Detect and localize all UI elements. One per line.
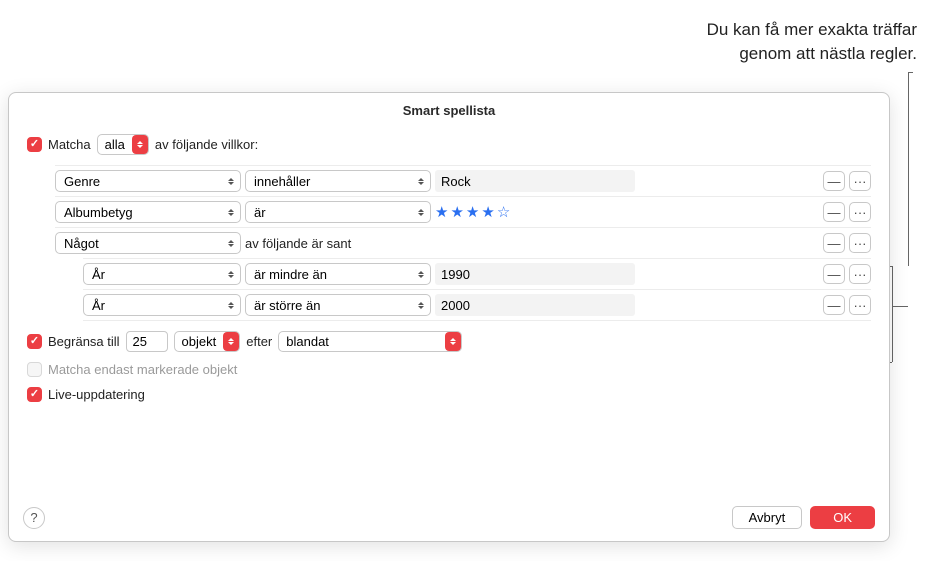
more-rule-button[interactable]: ··· [849, 171, 871, 191]
checked-only-label: Matcha endast markerade objekt [48, 362, 237, 377]
rule-row: Genre innehåller — ··· [55, 165, 871, 196]
rule-operator-select[interactable]: är större än [245, 294, 431, 316]
rule-field-value: År [92, 298, 105, 313]
chevrons-icon [227, 240, 235, 247]
limit-by-value: blandat [286, 334, 442, 349]
chevrons-icon [417, 178, 425, 185]
match-mode-value: alla [105, 137, 129, 152]
limit-unit-select[interactable]: objekt [174, 331, 241, 352]
star-icon: ☆ [497, 203, 511, 221]
stepper-icon [132, 135, 148, 154]
rule-field-value: Genre [64, 174, 100, 189]
match-prefix-label: Matcha [48, 137, 91, 152]
nested-rule-row: År är större än — ··· [83, 289, 871, 321]
checked-only-row: Matcha endast markerade objekt [27, 362, 871, 377]
rule-field-value: År [92, 267, 105, 282]
callout-annotation: Du kan få mer exakta träffar genom att n… [707, 18, 917, 66]
annotation-text-1: Du kan få mer exakta träffar [707, 18, 917, 42]
cancel-button[interactable]: Avbryt [732, 506, 803, 529]
rule-field-select[interactable]: Genre [55, 170, 241, 192]
rule-operator-value: är [254, 205, 266, 220]
match-mode-select[interactable]: alla [97, 134, 149, 155]
rule-field-value: Albumbetyg [64, 205, 133, 220]
more-rule-button[interactable]: ··· [849, 233, 871, 253]
chevrons-icon [227, 209, 235, 216]
limit-by-label: efter [246, 334, 272, 349]
checked-only-checkbox [27, 362, 42, 377]
remove-rule-button[interactable]: — [823, 264, 845, 284]
star-icon: ★ [466, 203, 480, 221]
live-update-checkbox[interactable] [27, 387, 42, 402]
stepper-icon [445, 332, 461, 351]
rule-field-select[interactable]: År [83, 263, 241, 285]
dialog-footer: ? Avbryt OK [23, 506, 875, 529]
star-icon: ★ [450, 203, 464, 221]
rules-container: Genre innehåller — ··· Albumbetyg [55, 165, 871, 321]
star-icon: ★ [435, 203, 449, 221]
ok-button[interactable]: OK [810, 506, 875, 529]
more-rule-button[interactable]: ··· [849, 264, 871, 284]
rule-group-row: Något av följande är sant — ··· [55, 227, 871, 258]
rule-group-select[interactable]: Något [55, 232, 241, 254]
rule-group-value: Något [64, 236, 99, 251]
remove-rule-button[interactable]: — [823, 171, 845, 191]
rule-value-input[interactable] [435, 263, 635, 285]
rule-value-input[interactable] [435, 170, 635, 192]
rule-operator-value: är större än [254, 298, 320, 313]
help-button[interactable]: ? [23, 507, 45, 529]
live-update-row: Live-uppdatering [27, 387, 871, 402]
rule-group-suffix: av följande är sant [245, 236, 351, 251]
annotation-bracket [892, 266, 893, 362]
star-icon: ★ [481, 203, 495, 221]
remove-rule-button[interactable]: — [823, 233, 845, 253]
match-checkbox[interactable] [27, 137, 42, 152]
rule-field-select[interactable]: Albumbetyg [55, 201, 241, 223]
limit-label: Begränsa till [48, 334, 120, 349]
rating-stars[interactable]: ★ ★ ★ ★ ☆ [435, 203, 511, 221]
live-update-label: Live-uppdatering [48, 387, 145, 402]
match-condition-row: Matcha alla av följande villkor: [27, 134, 871, 155]
chevrons-icon [227, 302, 235, 309]
chevrons-icon [417, 209, 425, 216]
remove-rule-button[interactable]: — [823, 295, 845, 315]
chevrons-icon [227, 271, 235, 278]
rule-operator-value: är mindre än [254, 267, 327, 282]
chevrons-icon [227, 178, 235, 185]
rule-row: Albumbetyg är ★ ★ ★ ★ ☆ — ··· [55, 196, 871, 227]
match-suffix-label: av följande villkor: [155, 137, 258, 152]
more-rule-button[interactable]: ··· [849, 295, 871, 315]
limit-value-input[interactable] [126, 331, 168, 352]
rule-operator-select[interactable]: är [245, 201, 431, 223]
rule-field-select[interactable]: År [83, 294, 241, 316]
annotation-connector [908, 72, 909, 266]
rule-operator-value: innehåller [254, 174, 310, 189]
limit-checkbox[interactable] [27, 334, 42, 349]
stepper-icon [223, 332, 239, 351]
dialog-title: Smart spellista [9, 93, 889, 126]
chevrons-icon [417, 302, 425, 309]
nested-rule-row: År är mindre än — ··· [83, 258, 871, 289]
remove-rule-button[interactable]: — [823, 202, 845, 222]
chevrons-icon [417, 271, 425, 278]
annotation-bracket [892, 306, 908, 307]
annotation-connector [908, 72, 913, 73]
annotation-text-2: genom att nästla regler. [707, 42, 917, 66]
more-rule-button[interactable]: ··· [849, 202, 871, 222]
limit-row: Begränsa till objekt efter blandat [27, 331, 871, 352]
rule-value-input[interactable] [435, 294, 635, 316]
smart-playlist-dialog: Smart spellista Matcha alla av följande … [8, 92, 890, 542]
rule-operator-select[interactable]: är mindre än [245, 263, 431, 285]
limit-unit-value: objekt [182, 334, 221, 349]
rule-operator-select[interactable]: innehåller [245, 170, 431, 192]
limit-by-select[interactable]: blandat [278, 331, 462, 352]
